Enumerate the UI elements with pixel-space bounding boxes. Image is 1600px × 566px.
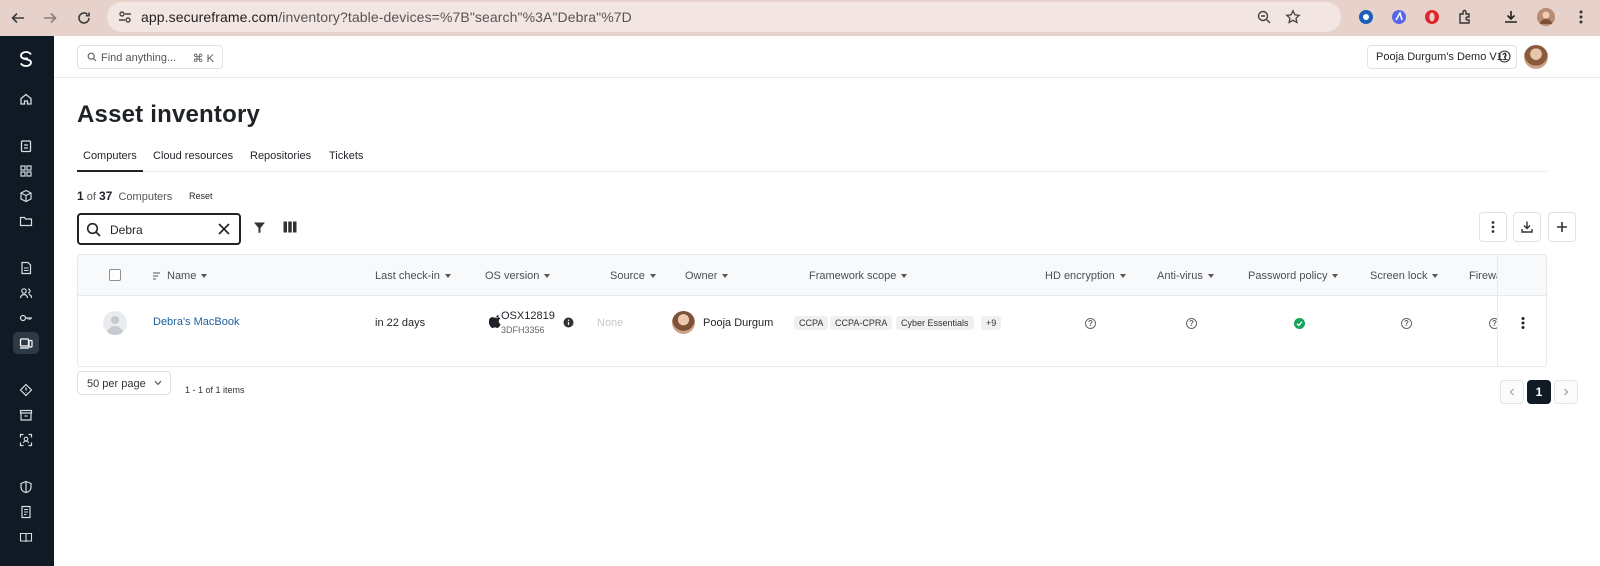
column-framework-scope[interactable]: Framework scope [809,270,908,282]
integrations-icon[interactable] [13,160,39,182]
per-page-label: 50 per page [87,378,146,390]
search-icon [87,52,97,62]
reset-button[interactable]: Reset [189,191,213,201]
tasks-icon[interactable] [13,135,39,157]
profile-avatar[interactable] [1535,6,1557,28]
chevron-down-icon [154,380,162,386]
package-icon[interactable] [13,185,39,207]
per-page-select[interactable]: 50 per page [77,371,171,395]
column-password-policy[interactable]: Password policy [1248,270,1339,282]
reload-icon[interactable] [72,6,96,30]
address-bar[interactable]: app.secureframe.com/inventory?table-devi… [107,2,1341,32]
framework-more-chip[interactable]: +9 [981,316,1002,330]
home-icon[interactable] [13,88,39,110]
framework-chip: CCPA-CPRA [830,316,893,330]
columns-icon[interactable] [283,221,297,233]
global-search-button[interactable]: Find anything... ⌘ K [77,45,223,69]
framework-chip: Cyber Essentials [896,316,974,330]
select-all-checkbox[interactable] [109,269,121,281]
folder-icon[interactable] [13,210,39,232]
pagination-range: 1 - 1 of 1 items [185,385,245,395]
keyboard-shortcut: ⌘ K [192,53,214,65]
table-header: Name Last check-in OS version Source Own… [78,255,1546,296]
star-icon[interactable] [1285,9,1301,25]
global-search-placeholder: Find anything... [101,52,177,64]
user-avatar[interactable] [1524,45,1548,69]
filter-icon[interactable] [253,221,266,234]
tab-computers[interactable]: Computers [77,150,143,172]
last-checkin: in 22 days [375,317,426,329]
shield-icon[interactable] [13,476,39,498]
screen-lock-unknown-icon: ? [1401,318,1412,329]
asset-tabs: Computers Cloud resources Repositories T… [77,147,1547,172]
tab-cloud-resources[interactable]: Cloud resources [153,150,233,172]
device-name-link[interactable]: Debra's MacBook [153,316,239,328]
row-actions-icon[interactable] [1521,316,1525,330]
column-owner[interactable]: Owner [685,270,729,282]
export-button[interactable] [1513,212,1541,242]
zoom-icon[interactable] [1256,9,1272,25]
search-icon [86,222,102,238]
source-value: None [597,317,624,329]
result-count: 1 of 37 Computers [77,189,173,203]
vendors-icon[interactable] [13,404,39,426]
opera-extension-icon[interactable] [1421,6,1443,28]
anti-virus-unknown-icon: ? [1186,318,1197,329]
column-screen-lock[interactable]: Screen lock [1370,270,1439,282]
browser-toolbar: app.secureframe.com/inventory?table-devi… [0,0,1600,36]
column-hd-encryption[interactable]: HD encryption [1045,270,1126,282]
reports-icon[interactable] [13,501,39,523]
risk-icon[interactable] [13,379,39,401]
password-policy-passing-icon [1294,318,1305,329]
row-actions-column [1497,255,1546,366]
column-last-checkin[interactable]: Last check-in [375,270,451,282]
column-anti-virus[interactable]: Anti-virus [1157,270,1214,282]
forward-icon[interactable] [38,6,62,30]
scan-icon[interactable] [13,429,39,451]
os-version: OSX12819 [501,310,555,322]
menu-icon[interactable] [1570,6,1592,28]
document-icon[interactable] [13,257,39,279]
devices-table: Name Last check-in OS version Source Own… [77,254,1547,367]
page-number-current[interactable]: 1 [1527,380,1551,404]
sidebar [0,36,54,566]
tab-tickets[interactable]: Tickets [329,150,363,172]
table-search[interactable] [77,213,241,245]
more-actions-button[interactable] [1479,212,1507,242]
column-name[interactable]: Name [153,270,208,282]
top-bar: Find anything... ⌘ K Pooja Durgum's Demo… [54,36,1600,78]
tab-repositories[interactable]: Repositories [250,150,311,172]
back-icon[interactable] [6,6,30,30]
page-title: Asset inventory [77,101,261,128]
download-icon[interactable] [1500,6,1522,28]
device-avatar [103,311,127,335]
framework-chip: CCPA [794,316,829,330]
owner-avatar [672,311,695,334]
hd-encryption-unknown-icon: ? [1085,318,1096,329]
help-icon[interactable] [1498,50,1511,63]
site-settings-icon[interactable] [117,9,133,25]
info-icon[interactable] [563,317,574,328]
password-extension-icon[interactable] [1355,6,1377,28]
key-icon[interactable] [13,307,39,329]
inventory-icon[interactable] [13,332,39,354]
secureframe-logo-icon[interactable] [13,48,39,70]
previous-page-button[interactable] [1500,380,1524,404]
workspace-switcher[interactable]: Pooja Durgum's Demo V11 [1367,45,1518,69]
table-search-input[interactable] [110,221,210,239]
owner-name[interactable]: Pooja Durgum [703,317,773,329]
sort-icon [153,272,160,280]
next-page-button[interactable] [1554,380,1578,404]
people-icon[interactable] [13,282,39,304]
add-asset-button[interactable] [1548,212,1576,242]
os-serial: 3DFH3356 [501,325,545,335]
library-icon[interactable] [13,526,39,548]
column-os-version[interactable]: OS version [485,270,551,282]
clear-search-icon[interactable] [217,222,231,236]
assistant-extension-icon[interactable] [1388,6,1410,28]
puzzle-extensions-icon[interactable] [1455,6,1477,28]
column-source[interactable]: Source [610,270,656,282]
table-row[interactable]: Debra's MacBook in 22 days OSX12819 3DFH… [78,296,1500,366]
url-text: app.secureframe.com/inventory?table-devi… [141,9,632,25]
